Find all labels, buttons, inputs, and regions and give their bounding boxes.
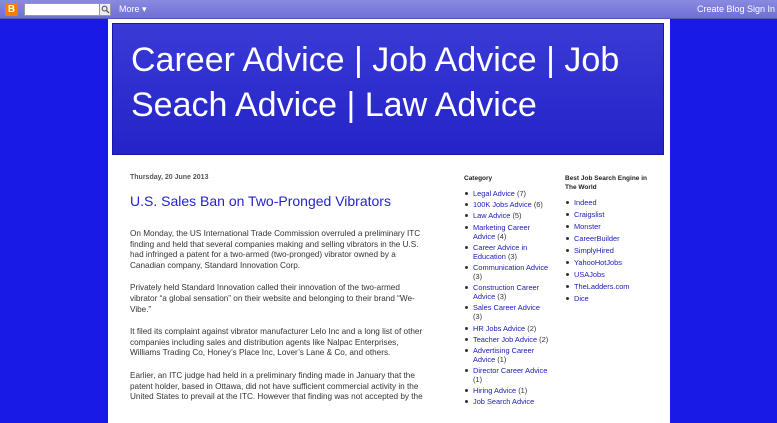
job-engine-link[interactable]: Monster xyxy=(574,222,601,231)
post-paragraph: Earlier, an ITC judge had held in a prel… xyxy=(130,370,423,402)
category-link[interactable]: Sales Career Advice xyxy=(473,303,540,312)
job-engine-item: Craigslist xyxy=(565,210,650,219)
category-item: Law Advice (5) xyxy=(464,211,550,220)
category-item: Construction Career Advice (3) xyxy=(464,283,550,301)
category-count: (6) xyxy=(533,200,543,210)
category-link[interactable]: Hiring Advice xyxy=(473,386,516,395)
post-paragraph: Privately held Standard Innovation calle… xyxy=(130,283,415,314)
job-engines-list: Indeed Craigslist Monster CareerBuilder … xyxy=(565,198,650,303)
category-count: (1) xyxy=(497,354,507,364)
more-menu-button[interactable]: More ▾ xyxy=(119,4,147,15)
category-item: HR Jobs Advice (2) xyxy=(464,324,550,333)
job-engine-item: TheLadders.com xyxy=(565,282,650,291)
category-link[interactable]: Career Advice in Education xyxy=(473,243,527,261)
search-icon xyxy=(101,5,109,14)
category-item: Career Advice in Education (3) xyxy=(464,243,550,261)
category-link[interactable]: 100K Jobs Advice xyxy=(473,200,532,209)
category-link[interactable]: Law Advice xyxy=(473,211,510,220)
category-count: (2) xyxy=(539,334,549,344)
search-button[interactable] xyxy=(99,3,111,16)
category-count: (5) xyxy=(512,211,522,221)
navbar-search-input[interactable] xyxy=(24,3,110,16)
category-count: (1) xyxy=(473,375,483,385)
category-item: Teacher Job Advice (2) xyxy=(464,335,550,344)
job-engines-title: Best Job Search Engine in The World xyxy=(565,175,647,191)
category-item: 100K Jobs Advice (6) xyxy=(464,200,550,209)
category-link[interactable]: Legal Advice xyxy=(473,189,515,198)
category-sidebar: Category Legal Advice (7) 100K Jobs Advi… xyxy=(464,174,550,409)
category-list: Legal Advice (7) 100K Jobs Advice (6) La… xyxy=(464,189,550,406)
category-count: (7) xyxy=(516,189,527,198)
blog-header: Career Advice | Job Advice | Job Seach A… xyxy=(112,23,664,155)
category-count: (4) xyxy=(497,231,507,241)
main-column: Thursday, 20 June 2013 U.S. Sales Ban on… xyxy=(130,174,426,403)
blog-title[interactable]: Career Advice | Job Advice | Job Seach A… xyxy=(131,38,651,128)
category-count: (3) xyxy=(473,271,483,281)
category-count: (1) xyxy=(518,386,528,396)
category-item: Marketing Career Advice (4) xyxy=(464,223,550,241)
blogger-logo-icon[interactable]: B xyxy=(5,3,18,16)
category-item: Job Search Advice xyxy=(464,397,550,406)
category-link[interactable]: Director Career Advice xyxy=(473,366,547,375)
post-date: Thursday, 20 June 2013 xyxy=(130,174,209,181)
job-engine-item: Dice xyxy=(565,294,650,303)
category-item: Advertising Career Advice (1) xyxy=(464,346,550,364)
category-item: Hiring Advice (1) xyxy=(464,386,550,395)
category-link[interactable]: Job Search Advice xyxy=(473,397,534,406)
category-link[interactable]: HR Jobs Advice xyxy=(473,324,525,333)
job-engine-item: SimplyHired xyxy=(565,246,650,255)
post-paragraph: On Monday, the US International Trade Co… xyxy=(130,229,421,270)
category-link[interactable]: Teacher Job Advice xyxy=(473,335,537,344)
job-engine-link[interactable]: Craigslist xyxy=(574,210,604,219)
blogger-navbar: B More ▾ Create Blog Sign In xyxy=(0,0,777,19)
job-engine-link[interactable]: CareerBuilder xyxy=(574,234,620,243)
category-link[interactable]: Communication Advice xyxy=(473,263,548,272)
create-blog-link[interactable]: Create Blog xyxy=(697,4,745,14)
job-engine-link[interactable]: Indeed xyxy=(574,198,597,207)
job-engine-item: Indeed xyxy=(565,198,650,207)
job-engine-item: Monster xyxy=(565,222,650,231)
post-title[interactable]: U.S. Sales Ban on Two-Pronged Vibrators xyxy=(130,193,426,209)
category-item: Director Career Advice (1) xyxy=(464,366,550,384)
job-engine-item: USAJobs xyxy=(565,270,650,279)
job-engine-link[interactable]: Dice xyxy=(574,294,589,303)
job-engine-link[interactable]: YahooHotJobs xyxy=(574,258,622,267)
category-count: (3) xyxy=(473,312,483,322)
category-count: (3) xyxy=(507,251,517,261)
job-engine-link[interactable]: SimplyHired xyxy=(574,246,614,255)
category-item: Legal Advice (7) xyxy=(464,189,550,198)
category-count: (3) xyxy=(497,292,507,302)
job-engines-sidebar: Best Job Search Engine in The World Inde… xyxy=(565,174,650,306)
category-item: Communication Advice (3) xyxy=(464,263,550,281)
category-count: (2) xyxy=(527,323,537,333)
job-engine-item: YahooHotJobs xyxy=(565,258,650,267)
post-body: On Monday, the US International Trade Co… xyxy=(130,229,426,403)
post-paragraph: It filed its complaint against vibrator … xyxy=(130,327,423,358)
job-engine-link[interactable]: TheLadders.com xyxy=(574,282,629,291)
job-engine-item: CareerBuilder xyxy=(565,234,650,243)
category-title: Category xyxy=(464,175,493,182)
category-item: Sales Career Advice (3) xyxy=(464,303,550,321)
page-container: Career Advice | Job Advice | Job Seach A… xyxy=(108,19,670,423)
sign-in-link[interactable]: Sign In xyxy=(747,4,775,14)
job-engine-link[interactable]: USAJobs xyxy=(574,270,605,279)
